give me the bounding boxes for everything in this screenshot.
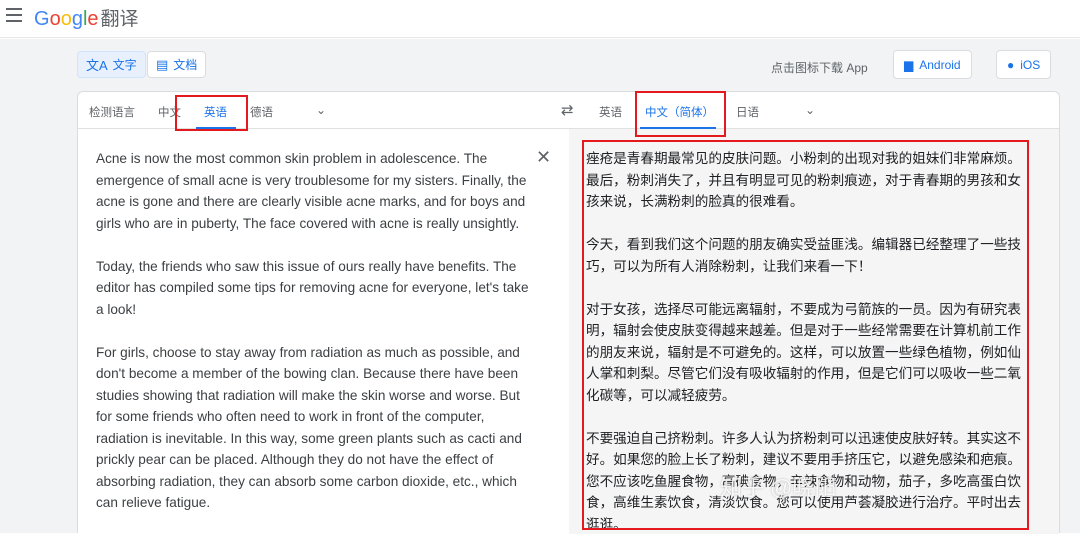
- google-translate-logo[interactable]: Google 翻译: [34, 4, 139, 31]
- apple-icon: ●: [1007, 57, 1015, 72]
- highlight-box-source-english: [175, 95, 248, 131]
- logo-letter: o: [49, 8, 61, 30]
- logo-translate-text: 翻译: [100, 9, 139, 30]
- logo-letter: e: [87, 8, 99, 30]
- translate-icon: 文A: [86, 58, 108, 73]
- ios-button[interactable]: ● iOS: [996, 50, 1052, 79]
- watermark-text: 知乎 @晓阳: [720, 475, 837, 500]
- menu-icon[interactable]: [6, 8, 22, 22]
- document-icon: ▤: [156, 56, 169, 72]
- target-tab-japanese[interactable]: 日语: [736, 104, 759, 120]
- highlight-box-target-chinese: [635, 91, 726, 137]
- text-mode-label: 文字: [112, 58, 137, 72]
- clear-text-icon[interactable]: ✕: [536, 147, 551, 168]
- source-text-area[interactable]: Acne is now the most common skin problem…: [96, 148, 531, 535]
- logo-letter: g: [71, 8, 83, 30]
- logo-letter: o: [60, 8, 72, 30]
- source-paragraph: For girls, choose to stay away from radi…: [96, 344, 522, 511]
- detect-language-tab[interactable]: 检测语言: [89, 104, 135, 120]
- document-mode-button[interactable]: ▤ 文档: [147, 51, 207, 78]
- android-icon: ▆: [904, 57, 914, 72]
- android-label: Android: [919, 57, 961, 72]
- logo-letter: G: [34, 8, 50, 30]
- android-button[interactable]: ▆ Android: [893, 50, 972, 79]
- chevron-down-icon[interactable]: ⌄: [316, 103, 326, 117]
- swap-languages-icon[interactable]: ⇄: [561, 101, 574, 119]
- document-mode-label: 文档: [173, 58, 198, 72]
- top-bar: Google 翻译: [0, 0, 1080, 38]
- source-paragraph: Today, the friends who saw this issue of…: [96, 258, 529, 317]
- target-tab-english[interactable]: 英语: [599, 104, 622, 120]
- text-mode-button[interactable]: 文A 文字: [77, 51, 146, 78]
- ios-label: iOS: [1020, 57, 1041, 72]
- source-tab-german[interactable]: 德语: [250, 104, 273, 120]
- chevron-down-icon[interactable]: ⌄: [805, 103, 815, 117]
- source-paragraph: Acne is now the most common skin problem…: [96, 151, 527, 231]
- download-app-text: 点击图标下载 App: [771, 61, 868, 75]
